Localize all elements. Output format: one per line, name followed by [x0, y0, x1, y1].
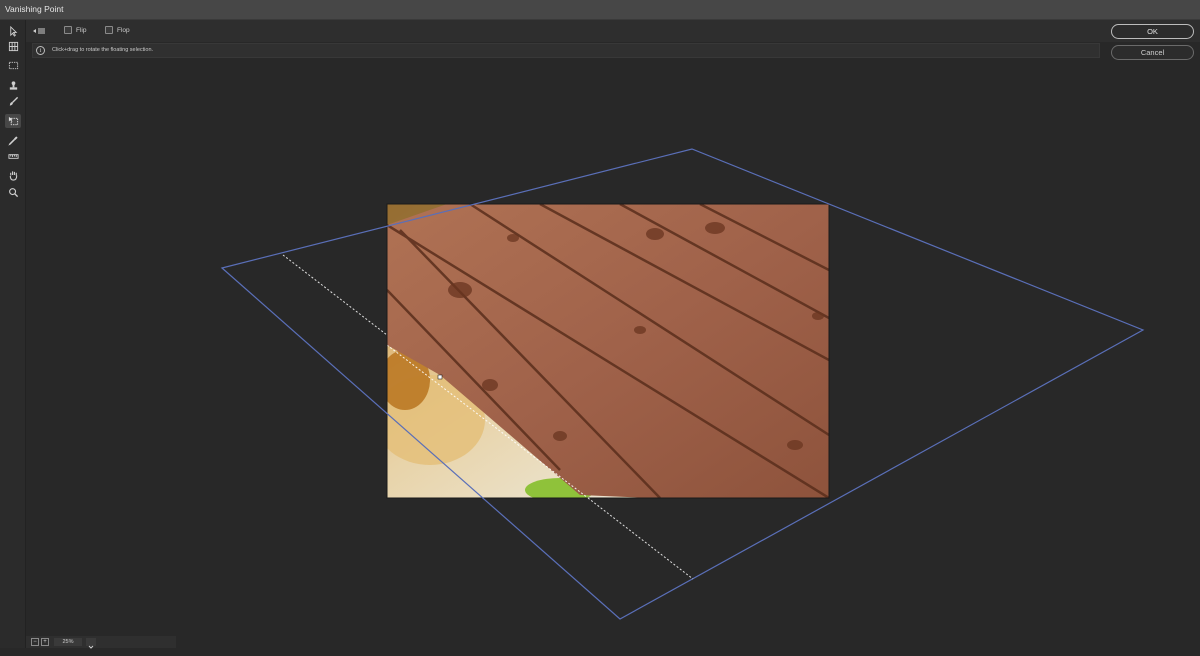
transform-handle[interactable]: [437, 374, 443, 380]
zoom-level[interactable]: 25%: [54, 638, 82, 646]
marquee-selection-edge-bottom: [587, 497, 694, 580]
perspective-scene: [220, 148, 1145, 620]
marquee-selection-edge-top: [282, 254, 388, 336]
zoom-in-button[interactable]: +: [41, 638, 49, 646]
zoom-out-button[interactable]: −: [31, 638, 39, 646]
status-bar: − + 25%: [26, 636, 176, 649]
chevron-down-icon: [88, 645, 94, 649]
zoom-dropdown[interactable]: [86, 638, 96, 649]
floating-image[interactable]: [375, 204, 829, 502]
